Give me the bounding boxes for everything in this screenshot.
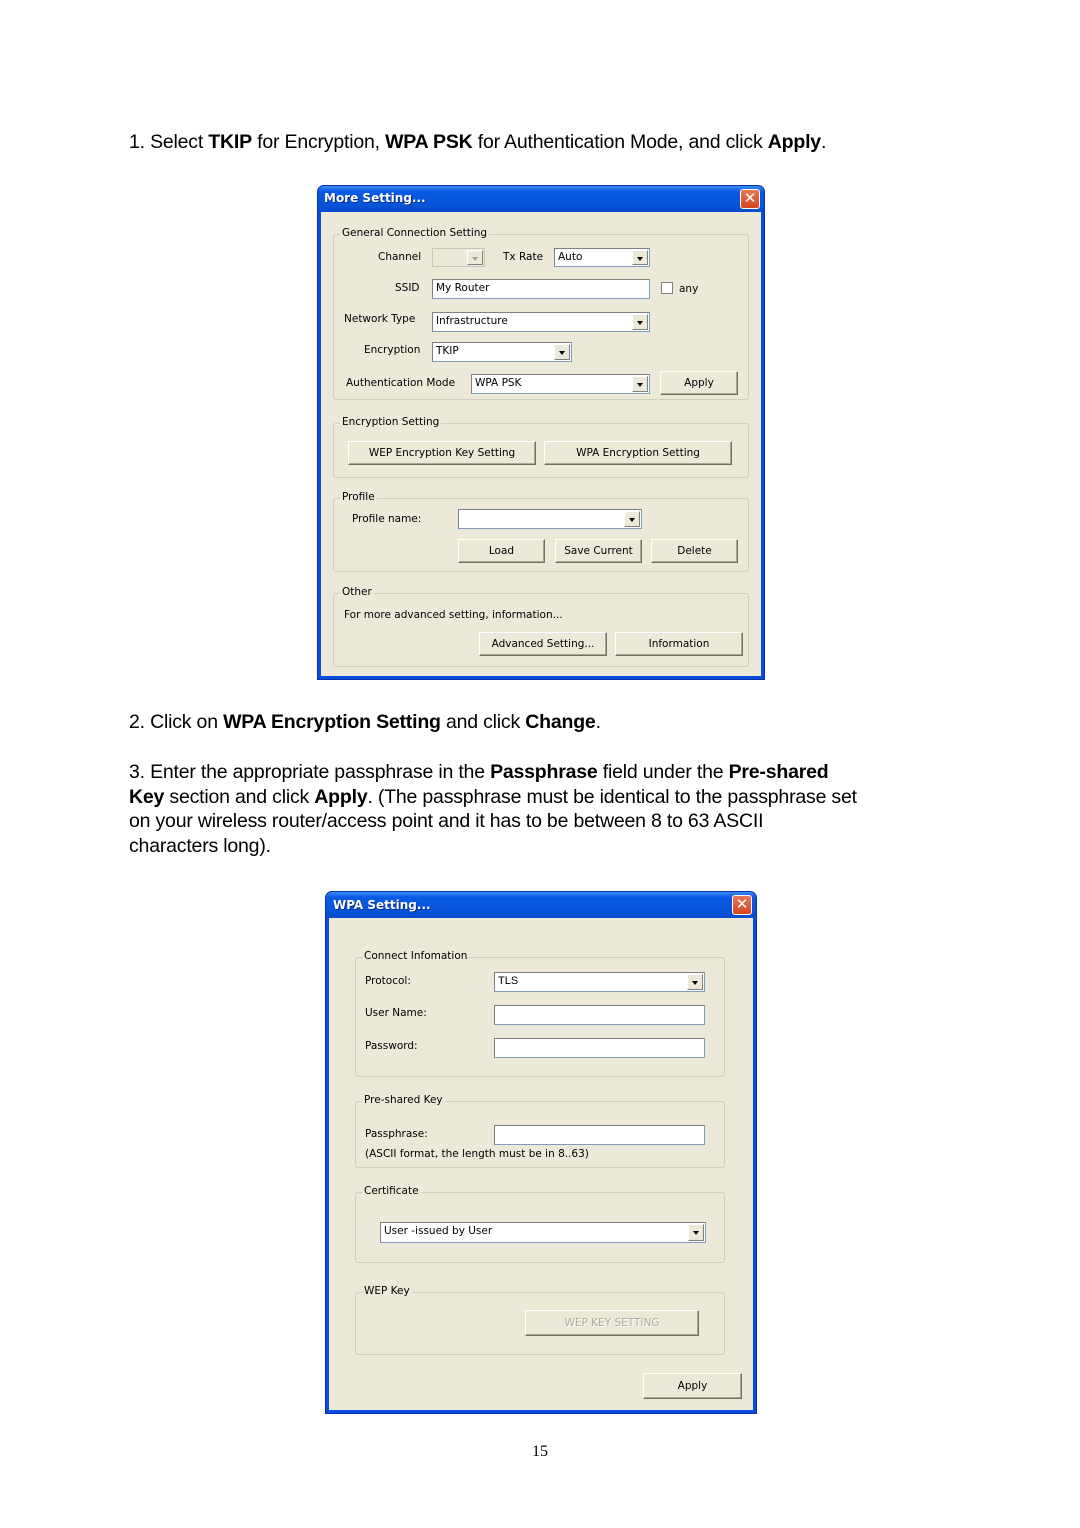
any-label: any — [679, 283, 699, 295]
passphrase-hint: (ASCII format, the length must be in 8..… — [365, 1148, 589, 1160]
user-name-input[interactable] — [494, 1005, 705, 1025]
ssid-input[interactable]: My Router — [432, 279, 650, 299]
chevron-down-icon[interactable] — [632, 314, 648, 330]
group-legend: Pre-shared Key — [362, 1094, 445, 1106]
connect-information-group: Connect Infomation Protocol: TLS User Na… — [355, 950, 725, 1077]
group-legend: Profile — [340, 491, 377, 503]
user-name-label: User Name: — [365, 1007, 427, 1019]
channel-select — [432, 248, 485, 267]
dialog-body: General Connection Setting Channel Tx Ra… — [321, 212, 761, 676]
encryption-label: Encryption — [364, 344, 421, 356]
any-checkbox[interactable] — [661, 282, 673, 294]
title-bar[interactable]: WPA Setting... ✕ — [326, 892, 756, 918]
apply-button[interactable]: Apply — [643, 1373, 742, 1399]
group-legend: Other — [340, 586, 374, 598]
encryption-select[interactable]: TKIP — [432, 342, 572, 362]
chevron-down-icon[interactable] — [624, 511, 640, 527]
step-3-text: 3. Enter the appropriate passphrase in t… — [129, 761, 857, 857]
tx-rate-select[interactable]: Auto — [554, 248, 650, 267]
information-button[interactable]: Information — [615, 632, 743, 656]
chevron-down-icon[interactable] — [632, 376, 648, 392]
close-icon[interactable]: ✕ — [740, 189, 760, 209]
group-legend: Encryption Setting — [340, 416, 442, 428]
profile-name-select[interactable] — [458, 509, 642, 529]
dialog-body: Connect Infomation Protocol: TLS User Na… — [329, 918, 753, 1410]
encryption-setting-group: Encryption Setting WEP Encryption Key Se… — [333, 416, 749, 478]
other-group: Other For more advanced setting, informa… — [333, 586, 749, 667]
authentication-mode-select[interactable]: WPA PSK — [471, 374, 650, 394]
authentication-mode-label: Authentication Mode — [346, 377, 456, 389]
group-legend: General Connection Setting — [340, 227, 490, 239]
save-current-button[interactable]: Save Current — [555, 539, 642, 563]
chevron-down-icon[interactable] — [554, 344, 570, 360]
group-legend: WEP Key — [362, 1285, 412, 1297]
network-type-select[interactable]: Infrastructure — [432, 312, 650, 332]
group-legend: Connect Infomation — [362, 950, 470, 962]
wpa-setting-dialog: WPA Setting... ✕ Connect Infomation Prot… — [325, 891, 757, 1414]
chevron-down-icon[interactable] — [632, 250, 648, 265]
tx-rate-label: Tx Rate — [503, 251, 544, 263]
dialog-title: WPA Setting... — [333, 898, 431, 912]
wpa-encryption-setting-button[interactable]: WPA Encryption Setting — [544, 441, 732, 465]
password-input[interactable] — [494, 1038, 705, 1058]
certificate-select[interactable]: User -issued by User — [380, 1222, 706, 1243]
delete-button[interactable]: Delete — [651, 539, 738, 563]
page-number: 15 — [532, 1443, 548, 1460]
profile-name-label: Profile name: — [352, 513, 422, 525]
group-legend: Certificate — [362, 1185, 421, 1197]
network-type-label: Network Type — [344, 313, 416, 325]
passphrase-input[interactable] — [494, 1125, 705, 1145]
protocol-select[interactable]: TLS — [494, 972, 705, 992]
other-description: For more advanced setting, information..… — [344, 609, 563, 621]
dialog-title: More Setting... — [324, 191, 426, 205]
wep-key-group: WEP Key WEP KEY SETTING — [355, 1285, 725, 1355]
profile-group: Profile Profile name: Load Save Current … — [333, 491, 749, 572]
step-2-text: 2. Click on WPA Encryption Setting and c… — [129, 711, 601, 733]
certificate-group: Certificate User -issued by User — [355, 1185, 725, 1263]
ssid-label: SSID — [395, 282, 420, 294]
wep-key-setting-button: WEP KEY SETTING — [525, 1310, 699, 1336]
general-connection-group: General Connection Setting Channel Tx Ra… — [333, 227, 749, 400]
password-label: Password: — [365, 1040, 418, 1052]
title-bar[interactable]: More Setting... ✕ — [318, 186, 764, 212]
step-1-text: 1. Select TKIP for Encryption, WPA PSK f… — [129, 131, 827, 153]
apply-button[interactable]: Apply — [660, 371, 738, 395]
more-setting-dialog: More Setting... ✕ General Connection Set… — [317, 185, 765, 680]
chevron-down-icon[interactable] — [688, 1224, 704, 1241]
wep-encryption-key-setting-button[interactable]: WEP Encryption Key Setting — [348, 441, 536, 465]
passphrase-label: Passphrase: — [365, 1128, 428, 1140]
pre-shared-key-group: Pre-shared Key Passphrase: (ASCII format… — [355, 1094, 725, 1168]
channel-label: Channel — [378, 251, 422, 263]
advanced-setting-button[interactable]: Advanced Setting... — [479, 632, 607, 656]
chevron-down-icon[interactable] — [687, 974, 703, 990]
protocol-label: Protocol: — [365, 975, 411, 987]
chevron-down-icon — [467, 250, 483, 265]
load-button[interactable]: Load — [458, 539, 545, 563]
close-icon[interactable]: ✕ — [732, 895, 752, 915]
